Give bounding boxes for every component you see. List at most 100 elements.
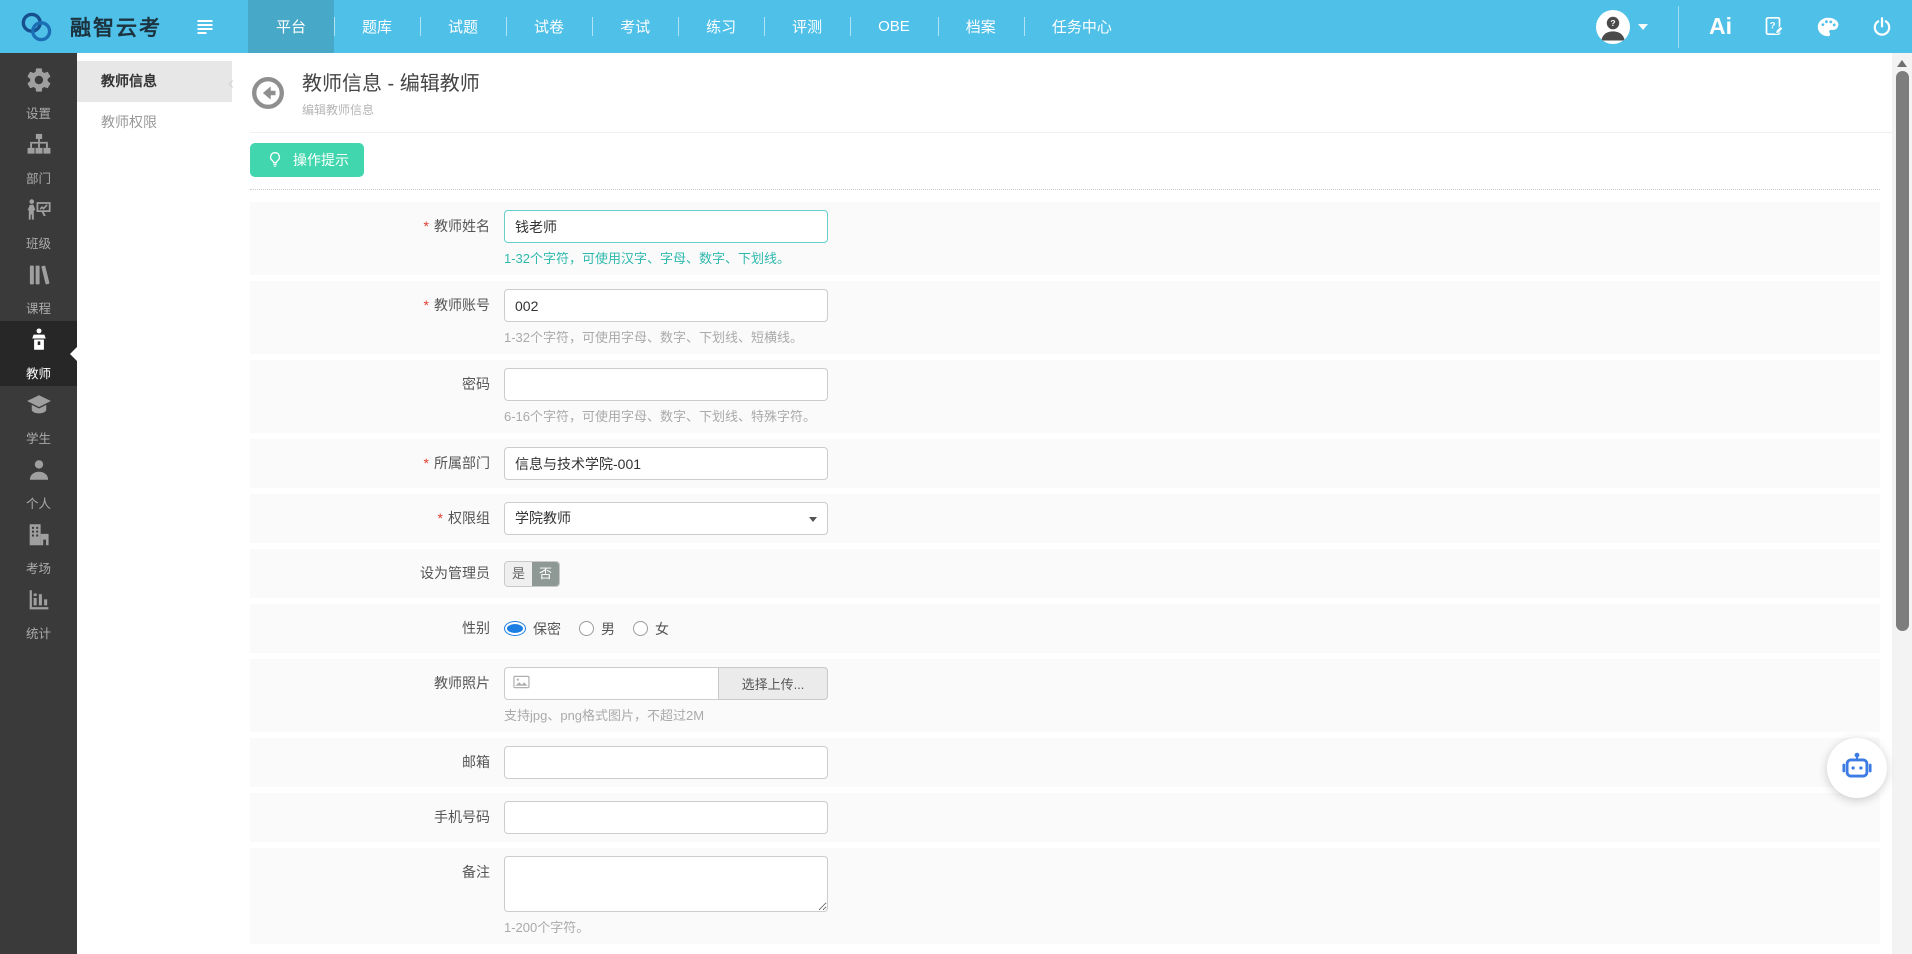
sidebar-item-统计[interactable]: 统计: [0, 581, 77, 646]
back-button[interactable]: [250, 75, 286, 111]
password-input[interactable]: [504, 368, 828, 401]
nav-tab-平台[interactable]: 平台: [248, 0, 334, 53]
ai-robot-fab[interactable]: [1827, 738, 1887, 798]
phone-input[interactable]: [504, 801, 828, 834]
required-asterisk: *: [424, 297, 429, 313]
image-icon: [513, 674, 531, 694]
form-field-teacher-account: 1-32个字符，可使用字母、数字、下划线、短横线。: [504, 289, 828, 346]
remark-helper-text: 1-200个字符。: [504, 919, 828, 936]
page-header: 教师信息 - 编辑教师 编辑教师信息: [250, 67, 1892, 133]
sidebar-item-个人[interactable]: 个人: [0, 451, 77, 516]
teacher-account-helper-text: 1-32个字符，可使用字母、数字、下划线、短横线。: [504, 329, 828, 346]
theme-palette-icon[interactable]: [1816, 15, 1840, 39]
radio-label: 女: [655, 619, 669, 639]
app-logo-icon: [16, 6, 58, 48]
form-label-set-admin: 设为管理员: [250, 557, 490, 590]
form-label-password: 密码: [250, 368, 490, 425]
scrollbar-thumb[interactable]: [1896, 71, 1909, 631]
student-cap-icon: [25, 391, 53, 424]
remark-textarea[interactable]: [504, 856, 828, 912]
teacher-photo-helper-text: 支持jpg、png格式图片，不超过2M: [504, 707, 828, 724]
form-row-teacher-name: *教师姓名1-32个字符，可使用汉字、字母、数字、下划线。: [250, 202, 1880, 275]
user-menu[interactable]: ?: [1596, 10, 1648, 44]
nav-tab-考试[interactable]: 考试: [592, 0, 678, 53]
radio-label: 男: [601, 619, 615, 639]
form-field-teacher-name: 1-32个字符，可使用汉字、字母、数字、下划线。: [504, 210, 828, 267]
submenu-collapse-icon[interactable]: ‹: [228, 73, 234, 94]
gender-radio-女[interactable]: 女: [633, 619, 669, 639]
teacher-name-input[interactable]: [504, 210, 828, 243]
page-title: 教师信息 - 编辑教师: [302, 67, 480, 96]
form-row-teacher-account: *教师账号 1-32个字符，可使用字母、数字、下划线、短横线。: [250, 281, 1880, 354]
teacher-podium-icon: [25, 326, 53, 359]
navbar-right: ? Ai ?: [1596, 6, 1912, 48]
form-field-teacher-photo: 选择上传... 支持jpg、png格式图片，不超过2M: [504, 667, 828, 724]
scroll-up-arrow-icon[interactable]: [1897, 60, 1907, 67]
main-nav-tabs: 平台题库试题试卷考试练习评测OBE档案任务中心: [248, 0, 1140, 53]
help-feedback-icon[interactable]: ?: [1762, 15, 1786, 39]
form-label-text: 教师姓名: [434, 218, 490, 234]
nav-tab-评测[interactable]: 评测: [764, 0, 850, 53]
navbar-divider: [1678, 6, 1679, 48]
avatar[interactable]: ?: [1596, 10, 1630, 44]
upload-button[interactable]: 选择上传...: [718, 667, 828, 700]
form-label-remark: 备注: [250, 856, 490, 936]
form-label-department: *所属部门: [250, 447, 490, 480]
sidebar-item-班级[interactable]: 班级: [0, 191, 77, 256]
nav-tab-任务中心[interactable]: 任务中心: [1024, 0, 1140, 53]
teacher-photo-upload: 选择上传...: [504, 667, 828, 700]
sidebar-item-label: 学生: [26, 428, 51, 447]
department-input[interactable]: [504, 447, 828, 480]
sidebar-item-课程[interactable]: 课程: [0, 256, 77, 321]
submenu-item-教师权限[interactable]: 教师权限: [77, 102, 232, 143]
teacher-photo-file-field[interactable]: [504, 667, 718, 700]
gender-radio-男[interactable]: 男: [579, 619, 615, 639]
nav-tab-练习[interactable]: 练习: [678, 0, 764, 53]
form-row-remark: 备注 1-200个字符。: [250, 848, 1880, 944]
nav-tab-试题[interactable]: 试题: [420, 0, 506, 53]
sidebar-item-部门[interactable]: 部门: [0, 126, 77, 191]
tips-button-label: 操作提示: [293, 150, 349, 170]
tips-button[interactable]: 操作提示: [250, 143, 364, 177]
form-label-text: 手机号码: [434, 809, 490, 825]
ai-assistant-button[interactable]: Ai: [1709, 13, 1732, 40]
sidebar-item-学生[interactable]: 学生: [0, 386, 77, 451]
radio-label: 保密: [533, 619, 561, 639]
set-admin-option-是[interactable]: 是: [505, 562, 532, 586]
form-label-text: 权限组: [448, 510, 490, 526]
sidebar-item-考场[interactable]: 考场: [0, 516, 77, 581]
brand: 融智云考: [0, 6, 162, 48]
email-input[interactable]: [504, 746, 828, 779]
form-label-text: 性别: [462, 620, 490, 636]
main-content: 教师信息 - 编辑教师 编辑教师信息 操作提示 * 教师姓名 1-32个字符，可使用…: [232, 53, 1892, 954]
permission-group-select[interactable]: 学院教师: [504, 502, 828, 535]
sidebar-item-label: 考场: [26, 558, 51, 577]
collapse-menu-icon[interactable]: [194, 16, 216, 38]
sidebar-item-label: 个人: [26, 493, 51, 512]
form-label-teacher-account: *教师账号: [250, 289, 490, 346]
top-navbar: 融智云考 平台题库试题试卷考试练习评测OBE档案任务中心 ? Ai ?: [0, 0, 1912, 53]
sidebar-item-label: 部门: [26, 168, 51, 187]
teacher-account-input[interactable]: [504, 289, 828, 322]
form-label-text: 设为管理员: [420, 565, 490, 581]
form-field-permission-group: 学院教师: [504, 502, 828, 535]
nav-tab-OBE[interactable]: OBE: [850, 0, 938, 53]
vertical-scrollbar[interactable]: [1892, 53, 1912, 954]
permission-group-select-value: 学院教师: [515, 510, 571, 526]
set-admin-option-否[interactable]: 否: [532, 562, 559, 586]
form-label-text: 教师照片: [434, 675, 490, 691]
page-subtitle: 编辑教师信息: [302, 101, 480, 118]
sidebar-item-教师[interactable]: 教师: [0, 321, 77, 386]
form-field-password: 6-16个字符，可使用字母、数字、下划线、特殊字符。: [504, 368, 828, 425]
nav-tab-档案[interactable]: 档案: [938, 0, 1024, 53]
nav-tab-试卷[interactable]: 试卷: [506, 0, 592, 53]
submenu-item-教师信息[interactable]: 教师信息: [77, 61, 232, 102]
form-label-teacher-photo: 教师照片: [250, 667, 490, 724]
sidebar-item-设置[interactable]: 设置: [0, 61, 77, 126]
gender-radio-保密[interactable]: 保密: [504, 619, 561, 639]
nav-tab-题库[interactable]: 题库: [334, 0, 420, 53]
stats-chart-icon: [25, 586, 53, 619]
radio-icon: [633, 621, 648, 636]
form-label-text: 密码: [462, 376, 490, 392]
logout-power-icon[interactable]: [1870, 15, 1894, 39]
